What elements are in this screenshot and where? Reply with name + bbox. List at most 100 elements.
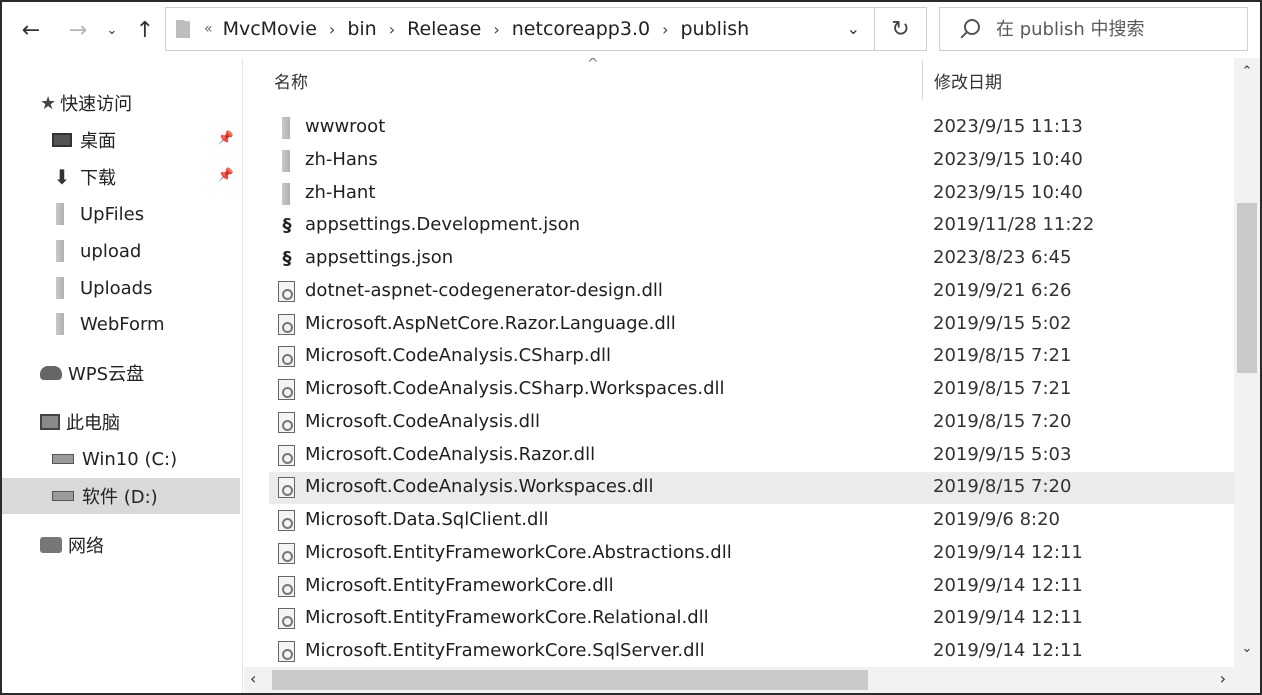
file-row[interactable]: Microsoft.Data.SqlClient.dll 2019/9/6 8:2… xyxy=(269,505,1234,537)
file-row[interactable]: Microsoft.EntityFrameworkCore.Relational… xyxy=(269,603,1234,635)
file-row[interactable]: Microsoft.CodeAnalysis.CSharp.Workspaces… xyxy=(269,374,1234,406)
file-modified-date: 2023/9/15 11:13 xyxy=(933,116,1083,137)
file-row[interactable]: Microsoft.EntityFrameworkCore.dll 2019/9/… xyxy=(269,571,1234,603)
chevron-down-icon[interactable]: ⌄ xyxy=(847,19,860,38)
nav-item-this-pc[interactable]: 此电脑 xyxy=(2,404,240,440)
dll-file-icon xyxy=(278,444,295,466)
search-icon xyxy=(958,18,980,40)
desktop-icon xyxy=(52,133,72,147)
chevron-right-icon[interactable]: › xyxy=(662,20,668,39)
scroll-right-arrow-icon[interactable]: › xyxy=(1220,669,1226,688)
file-name: appsettings.Development.json xyxy=(305,214,581,236)
recent-locations-chevron-icon[interactable]: ⌄ xyxy=(100,10,124,50)
file-row[interactable]: Microsoft.CodeAnalysis.CSharp.dll 2019/8/… xyxy=(269,341,1234,373)
folder-icon xyxy=(56,277,64,299)
vertical-scroll-thumb[interactable] xyxy=(1237,203,1257,373)
refresh-icon[interactable]: ↻ xyxy=(875,7,927,51)
navigation-pane: ★ 快速访问 桌面 📌 ⬇ 下载 📌 UpFiles upload Upload… xyxy=(2,58,243,693)
nav-item-drive-c[interactable]: Win10 (C:) xyxy=(2,441,240,477)
star-icon: ★ xyxy=(40,92,57,114)
file-row[interactable]: zh-Hans 2023/9/15 10:40 xyxy=(269,145,1234,177)
file-modified-date: 2019/11/28 11:22 xyxy=(933,214,1095,236)
nav-item-network[interactable]: 网络 xyxy=(2,527,240,563)
horizontal-scrollbar[interactable]: ‹ › xyxy=(244,667,1234,693)
file-modified-date: 2019/8/15 7:21 xyxy=(933,345,1072,367)
column-header-modified[interactable]: 修改日期 xyxy=(934,68,1002,93)
toolbar: ← → ⌄ ↑ « MvcMovie › bin › Release › net… xyxy=(2,2,1260,58)
file-row[interactable]: zh-Hant 2023/9/15 10:40 xyxy=(269,178,1234,210)
breadcrumb-item[interactable]: publish xyxy=(681,18,750,40)
nav-item-label: WPS云盘 xyxy=(68,364,145,385)
file-row[interactable]: Microsoft.CodeAnalysis.dll 2019/8/15 7:20 xyxy=(269,407,1234,439)
file-modified-date: 2019/8/15 7:21 xyxy=(933,378,1072,399)
computer-icon xyxy=(40,414,60,430)
explorer-window: ← → ⌄ ↑ « MvcMovie › bin › Release › net… xyxy=(0,0,1262,695)
nav-item-quick-access[interactable]: ★ 快速访问 xyxy=(2,85,240,121)
dll-file-icon xyxy=(278,379,295,400)
file-row[interactable]: Microsoft.CodeAnalysis.Workspaces.dll 201… xyxy=(269,472,1234,505)
chevron-right-icon[interactable]: › xyxy=(329,20,335,39)
file-row[interactable]: § appsettings.Development.json 2019/11/28 … xyxy=(269,210,1234,242)
nav-item-wps-cloud[interactable]: WPS云盘 xyxy=(2,355,240,391)
file-modified-date: 2019/9/15 5:03 xyxy=(933,443,1072,465)
scroll-down-arrow-icon[interactable]: ⌄ xyxy=(1234,641,1260,661)
folder-icon xyxy=(176,20,190,38)
nav-item-uploads[interactable]: Uploads xyxy=(2,270,240,306)
folder-icon xyxy=(56,313,64,335)
file-modified-date: 2023/9/15 10:40 xyxy=(933,148,1083,170)
file-name: Microsoft.EntityFrameworkCore.dll xyxy=(305,574,614,596)
dll-file-icon xyxy=(278,280,295,302)
scroll-left-arrow-icon[interactable]: ‹ xyxy=(250,669,256,688)
chevron-right-icon[interactable]: › xyxy=(389,20,395,39)
scrollbar-corner xyxy=(1234,667,1260,693)
cloud-icon xyxy=(40,366,62,380)
file-name: Microsoft.CodeAnalysis.Razor.dll xyxy=(305,443,596,465)
file-row[interactable]: wwwroot 2023/9/15 11:13 xyxy=(269,112,1234,144)
up-arrow-icon[interactable]: ↑ xyxy=(128,10,162,50)
breadcrumb-item[interactable]: netcoreapp3.0 xyxy=(512,18,650,40)
nav-item-desktop[interactable]: 桌面 📌 xyxy=(2,122,240,158)
dll-file-icon xyxy=(278,346,295,368)
json-file-icon: § xyxy=(282,248,292,269)
file-row[interactable]: Microsoft.AspNetCore.Razor.Language.dll 2… xyxy=(269,309,1234,341)
column-header-name[interactable]: 名称 xyxy=(274,68,308,93)
horizontal-scroll-thumb[interactable] xyxy=(272,670,868,690)
pin-icon[interactable]: 📌 xyxy=(218,168,234,183)
nav-item-label: 软件 (D:) xyxy=(82,487,158,508)
pin-icon[interactable]: 📌 xyxy=(218,131,234,146)
file-row[interactable]: § appsettings.json 2023/8/23 6:45 xyxy=(269,243,1234,275)
file-name: wwwroot xyxy=(305,116,386,137)
nav-item-drive-d[interactable]: 软件 (D:) xyxy=(2,478,240,514)
search-box[interactable] xyxy=(939,7,1248,51)
breadcrumb-item[interactable]: MvcMovie xyxy=(223,18,317,40)
file-name: zh-Hant xyxy=(305,181,376,203)
address-bar[interactable]: « MvcMovie › bin › Release › netcoreapp3… xyxy=(165,7,875,51)
file-name: Microsoft.CodeAnalysis.CSharp.dll xyxy=(305,345,612,367)
back-arrow-icon[interactable]: ← xyxy=(12,10,50,50)
file-row[interactable]: Microsoft.EntityFrameworkCore.Abstractio… xyxy=(269,538,1234,570)
nav-item-upfiles[interactable]: UpFiles xyxy=(2,196,240,232)
nav-item-upload[interactable]: upload xyxy=(2,233,240,269)
forward-arrow-icon[interactable]: → xyxy=(60,10,96,50)
search-input[interactable] xyxy=(996,18,1236,40)
file-row[interactable]: dotnet-aspnet-codegenerator-design.dll 20… xyxy=(269,276,1234,308)
json-file-icon: § xyxy=(282,215,292,237)
file-row[interactable]: Microsoft.EntityFrameworkCore.SqlServer.… xyxy=(269,636,1234,667)
vertical-scrollbar[interactable]: ⌃ ⌄ xyxy=(1234,58,1260,667)
nav-item-label: 桌面 xyxy=(80,131,116,152)
breadcrumb-item[interactable]: Release xyxy=(407,18,481,40)
chevron-right-icon[interactable]: › xyxy=(493,20,499,39)
partially-hidden-row xyxy=(244,92,1234,106)
nav-item-label: 下载 xyxy=(80,168,116,189)
nav-item-downloads[interactable]: ⬇ 下载 📌 xyxy=(2,159,240,195)
nav-item-label: Win10 (C:) xyxy=(82,448,178,470)
scroll-up-arrow-icon[interactable]: ⌃ xyxy=(1234,64,1260,84)
breadcrumb-overflow[interactable]: « xyxy=(204,21,213,37)
folder-icon xyxy=(56,240,64,262)
breadcrumb: « MvcMovie › bin › Release › netcoreapp3… xyxy=(204,18,749,40)
breadcrumb-item[interactable]: bin xyxy=(347,18,376,40)
file-modified-date: 2019/8/15 7:20 xyxy=(933,476,1072,498)
dll-file-icon xyxy=(278,477,295,499)
nav-item-webform[interactable]: WebForm xyxy=(2,306,240,342)
file-row[interactable]: Microsoft.CodeAnalysis.Razor.dll 2019/9/1… xyxy=(269,440,1234,472)
